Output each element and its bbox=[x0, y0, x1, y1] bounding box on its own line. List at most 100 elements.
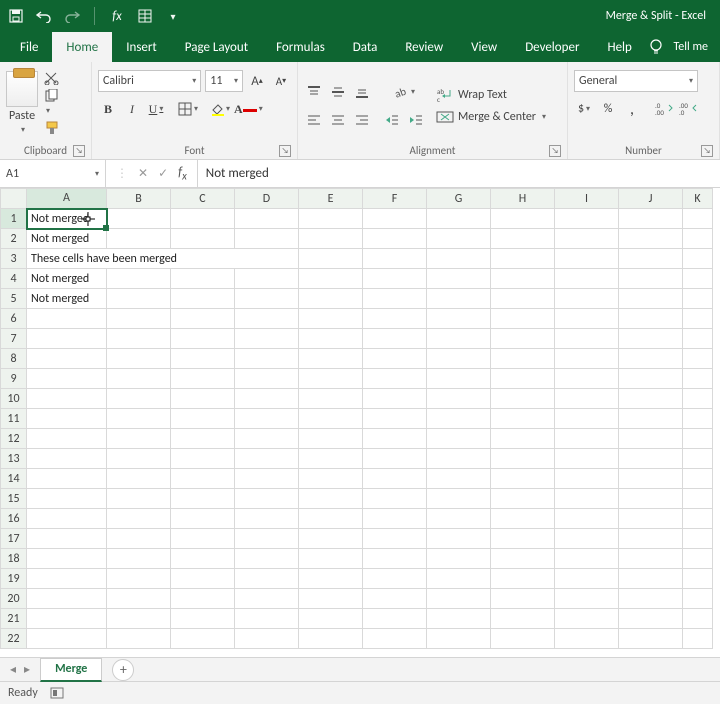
cell-G12[interactable] bbox=[427, 429, 491, 449]
align-top-icon[interactable] bbox=[304, 81, 324, 103]
cell-H5[interactable] bbox=[491, 289, 555, 309]
bold-button[interactable]: B bbox=[98, 98, 118, 120]
font-name-combo[interactable]: Calibri▾ bbox=[98, 70, 201, 92]
tab-scroll-right-icon[interactable]: ▸ bbox=[24, 662, 30, 677]
cell-K16[interactable] bbox=[683, 509, 713, 529]
row-header-12[interactable]: 12 bbox=[1, 429, 27, 449]
col-header-G[interactable]: G bbox=[427, 189, 491, 209]
cell-E2[interactable] bbox=[299, 229, 363, 249]
cell-C8[interactable] bbox=[171, 349, 235, 369]
cell-A18[interactable] bbox=[27, 549, 107, 569]
cell-H20[interactable] bbox=[491, 589, 555, 609]
cell-K17[interactable] bbox=[683, 529, 713, 549]
cell-J3[interactable] bbox=[619, 249, 683, 269]
cell-H7[interactable] bbox=[491, 329, 555, 349]
row-header-7[interactable]: 7 bbox=[1, 329, 27, 349]
increase-indent-icon[interactable] bbox=[406, 109, 426, 131]
tab-formulas[interactable]: Formulas bbox=[262, 32, 339, 62]
cell-K2[interactable] bbox=[683, 229, 713, 249]
row-header-13[interactable]: 13 bbox=[1, 449, 27, 469]
cell-I14[interactable] bbox=[555, 469, 619, 489]
cell-I17[interactable] bbox=[555, 529, 619, 549]
cell-E19[interactable] bbox=[299, 569, 363, 589]
align-right-icon[interactable] bbox=[352, 109, 372, 131]
cell-D8[interactable] bbox=[235, 349, 299, 369]
row-header-18[interactable]: 18 bbox=[1, 549, 27, 569]
cell-C18[interactable] bbox=[171, 549, 235, 569]
cell-E15[interactable] bbox=[299, 489, 363, 509]
align-left-icon[interactable] bbox=[304, 109, 324, 131]
cell-H18[interactable] bbox=[491, 549, 555, 569]
cell-A6[interactable] bbox=[27, 309, 107, 329]
cell-F9[interactable] bbox=[363, 369, 427, 389]
cell-G21[interactable] bbox=[427, 609, 491, 629]
cell-H16[interactable] bbox=[491, 509, 555, 529]
sheet-tab-merge[interactable]: Merge bbox=[40, 658, 102, 682]
cell-E11[interactable] bbox=[299, 409, 363, 429]
cell-F2[interactable] bbox=[363, 229, 427, 249]
cell-I1[interactable] bbox=[555, 209, 619, 229]
cell-G2[interactable] bbox=[427, 229, 491, 249]
cell-K11[interactable] bbox=[683, 409, 713, 429]
paste-button[interactable]: Paste bbox=[9, 109, 35, 123]
cell-K4[interactable] bbox=[683, 269, 713, 289]
col-header-B[interactable]: B bbox=[107, 189, 171, 209]
cell-F11[interactable] bbox=[363, 409, 427, 429]
cell-D11[interactable] bbox=[235, 409, 299, 429]
col-header-A[interactable]: A bbox=[27, 189, 107, 209]
font-color-icon[interactable]: A▾ bbox=[234, 98, 263, 120]
col-header-C[interactable]: C bbox=[171, 189, 235, 209]
cell-B14[interactable] bbox=[107, 469, 171, 489]
cell-F6[interactable] bbox=[363, 309, 427, 329]
accounting-format-icon[interactable]: $▾ bbox=[574, 98, 594, 120]
increase-decimal-icon[interactable]: .0.00 bbox=[654, 98, 674, 120]
fx-icon[interactable]: fx bbox=[109, 8, 125, 24]
decrease-indent-icon[interactable] bbox=[382, 109, 402, 131]
cell-A21[interactable] bbox=[27, 609, 107, 629]
col-header-I[interactable]: I bbox=[555, 189, 619, 209]
cell-J6[interactable] bbox=[619, 309, 683, 329]
cell-D2[interactable] bbox=[235, 229, 299, 249]
cell-J5[interactable] bbox=[619, 289, 683, 309]
cell-C4[interactable] bbox=[171, 269, 235, 289]
cell-E5[interactable] bbox=[299, 289, 363, 309]
percent-format-icon[interactable]: % bbox=[598, 98, 618, 120]
cell-E7[interactable] bbox=[299, 329, 363, 349]
cell-I8[interactable] bbox=[555, 349, 619, 369]
cell-D13[interactable] bbox=[235, 449, 299, 469]
cell-J19[interactable] bbox=[619, 569, 683, 589]
row-header-3[interactable]: 3 bbox=[1, 249, 27, 269]
row-header-4[interactable]: 4 bbox=[1, 269, 27, 289]
cell-C22[interactable] bbox=[171, 629, 235, 649]
cell-A5[interactable]: Not merged bbox=[27, 289, 107, 309]
cell-J4[interactable] bbox=[619, 269, 683, 289]
tab-review[interactable]: Review bbox=[391, 32, 457, 62]
cell-A1[interactable]: Not merged bbox=[27, 209, 107, 229]
cell-H21[interactable] bbox=[491, 609, 555, 629]
cell-A19[interactable] bbox=[27, 569, 107, 589]
cell-K22[interactable] bbox=[683, 629, 713, 649]
cell-I19[interactable] bbox=[555, 569, 619, 589]
cell-B12[interactable] bbox=[107, 429, 171, 449]
cell-D9[interactable] bbox=[235, 369, 299, 389]
decrease-font-icon[interactable]: A▾ bbox=[271, 70, 291, 92]
cell-C10[interactable] bbox=[171, 389, 235, 409]
cell-K7[interactable] bbox=[683, 329, 713, 349]
comma-format-icon[interactable]: , bbox=[622, 98, 642, 120]
col-header-F[interactable]: F bbox=[363, 189, 427, 209]
cell-J22[interactable] bbox=[619, 629, 683, 649]
cell-C16[interactable] bbox=[171, 509, 235, 529]
alignment-dialog-launcher-icon[interactable]: ↘ bbox=[549, 145, 561, 157]
cell-F4[interactable] bbox=[363, 269, 427, 289]
cell-B18[interactable] bbox=[107, 549, 171, 569]
cell-D18[interactable] bbox=[235, 549, 299, 569]
cell-D1[interactable] bbox=[235, 209, 299, 229]
cell-D10[interactable] bbox=[235, 389, 299, 409]
cell-J14[interactable] bbox=[619, 469, 683, 489]
row-header-15[interactable]: 15 bbox=[1, 489, 27, 509]
row-header-8[interactable]: 8 bbox=[1, 349, 27, 369]
cell-E6[interactable] bbox=[299, 309, 363, 329]
cell-B22[interactable] bbox=[107, 629, 171, 649]
cell-H19[interactable] bbox=[491, 569, 555, 589]
cell-B2[interactable] bbox=[107, 229, 171, 249]
